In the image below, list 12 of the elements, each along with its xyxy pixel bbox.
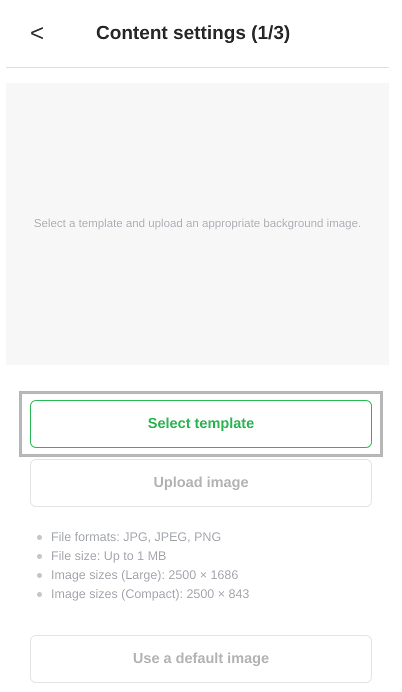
bullet-icon bbox=[37, 534, 42, 540]
requirement-text: Image sizes (Large): 2500 × 1686 bbox=[51, 567, 238, 583]
requirement-text: File formats: JPG, JPEG, PNG bbox=[51, 529, 222, 545]
back-button[interactable]: < bbox=[20, 20, 54, 48]
bullet-icon bbox=[37, 554, 42, 558]
bullet-icon bbox=[37, 592, 42, 596]
select-template-button[interactable]: Select template bbox=[30, 400, 372, 448]
requirement-text: Image sizes (Compact): 2500 × 843 bbox=[51, 586, 250, 602]
preview-hint: Select a template and upload an appropriate background image. bbox=[34, 218, 362, 230]
requirement-text: File size: Up to 1 MB bbox=[51, 548, 166, 564]
page-title: Content settings (1/3) bbox=[96, 22, 290, 44]
bullet-icon bbox=[37, 572, 42, 578]
